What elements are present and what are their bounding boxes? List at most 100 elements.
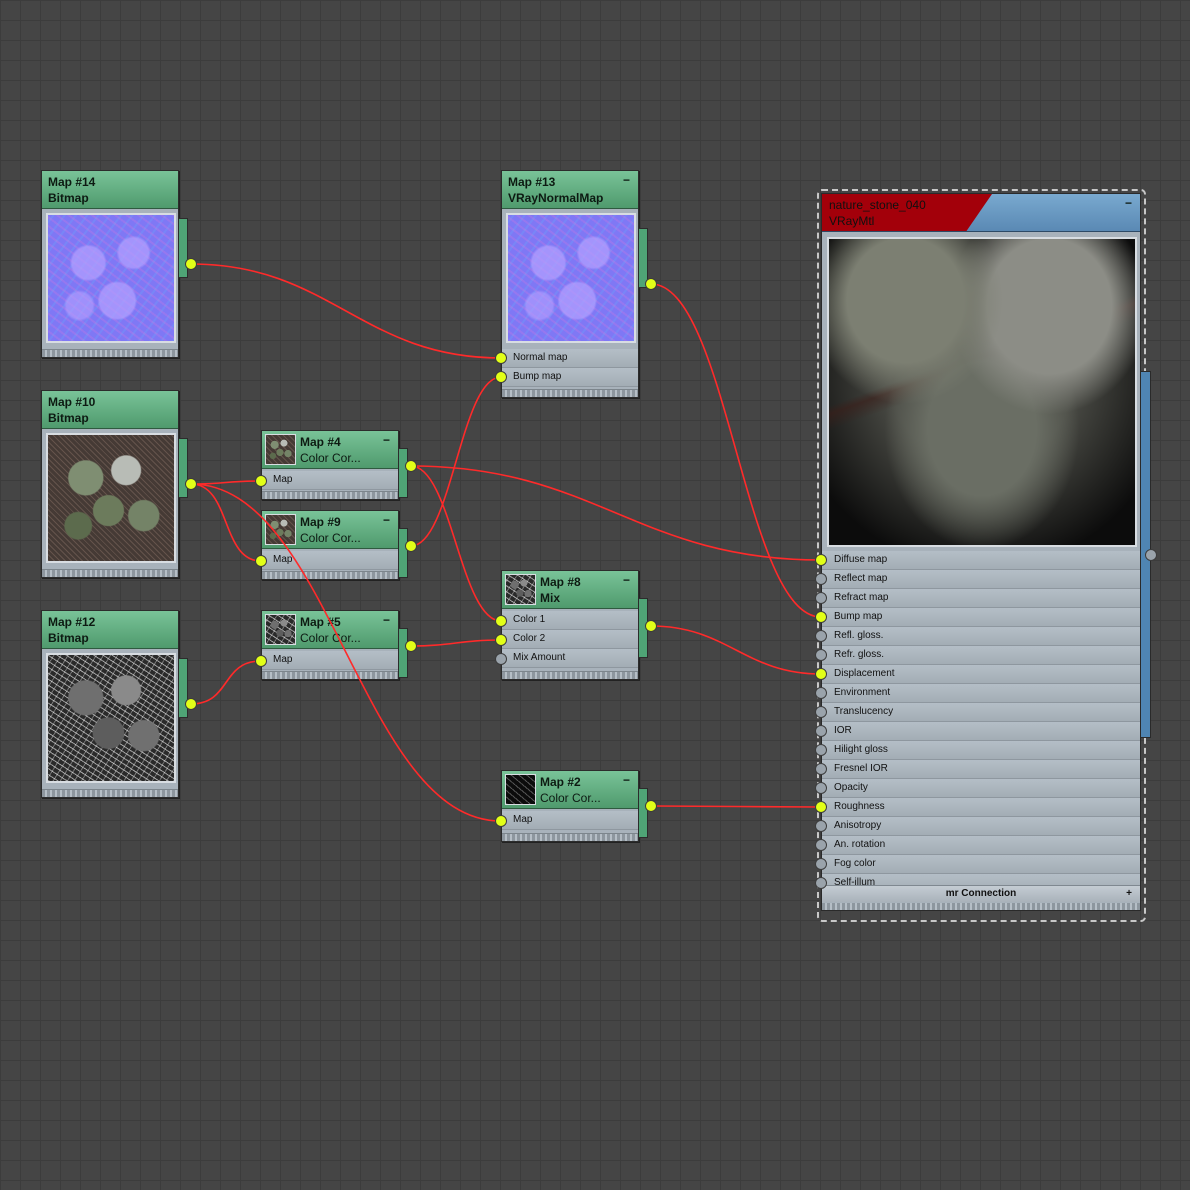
minimize-button[interactable]: − (383, 434, 390, 446)
material-port-an-rotation[interactable] (815, 839, 827, 851)
material-port-bump-map[interactable] (815, 611, 827, 623)
material-slot-reflect-map[interactable]: Reflect map (822, 570, 1140, 589)
map9-output-port[interactable] (405, 540, 417, 552)
node-map9[interactable]: Map #9 Color Cor... − Map (261, 510, 409, 580)
slot-mix-amount[interactable]: Mix Amount (502, 649, 638, 668)
material-port-refract-map[interactable] (815, 592, 827, 604)
material-port-refl-gloss[interactable] (815, 630, 827, 642)
map2-input-port[interactable] (495, 815, 507, 827)
map8-color2-input-port[interactable] (495, 634, 507, 646)
node-map13[interactable]: Map #13 VRayNormalMap − Normal map Bump … (501, 170, 649, 398)
material-node[interactable]: nature_stone_040 VRayMtl − Diffuse map Re… (821, 193, 1141, 911)
material-header[interactable]: nature_stone_040 VRayMtl − (822, 194, 1140, 232)
node-resize-strip[interactable] (42, 569, 178, 577)
map8-mixamount-input-port[interactable] (495, 653, 507, 665)
node-header[interactable]: Map #12 Bitmap (42, 611, 178, 649)
minimize-button[interactable]: − (1125, 197, 1132, 209)
material-output-port[interactable] (1145, 549, 1157, 561)
node-map5[interactable]: Map #5 Color Cor... − Map (261, 610, 409, 680)
plus-icon[interactable]: + (1126, 886, 1132, 901)
slot-color-1[interactable]: Color 1 (502, 611, 638, 630)
material-port-refr-gloss[interactable] (815, 649, 827, 661)
map10-output-port[interactable] (185, 478, 197, 490)
node-map8[interactable]: Map #8 Mix − Color 1 Color 2 Mix Amount (501, 570, 649, 680)
material-slot-opacity[interactable]: Opacity (822, 779, 1140, 798)
material-port-opacity[interactable] (815, 782, 827, 794)
map5-output-port[interactable] (405, 640, 417, 652)
material-slot-refl-gloss[interactable]: Refl. gloss. (822, 627, 1140, 646)
slot-bump-map[interactable]: Bump map (502, 368, 638, 387)
material-port-self-illum[interactable] (815, 877, 827, 889)
node-resize-strip[interactable] (42, 349, 178, 357)
slot-color-2[interactable]: Color 2 (502, 630, 638, 649)
material-port-displacement[interactable] (815, 668, 827, 680)
material-slot-refract-map[interactable]: Refract map (822, 589, 1140, 608)
material-slot-fresnel-ior[interactable]: Fresnel IOR (822, 760, 1140, 779)
minimize-button[interactable]: − (623, 774, 630, 786)
material-slot-hilight-gloss[interactable]: Hilight gloss (822, 741, 1140, 760)
map14-output-port[interactable] (185, 258, 197, 270)
node-map2[interactable]: Map #2 Color Cor... − Map (501, 770, 649, 842)
node-header[interactable]: Map #10 Bitmap (42, 391, 178, 429)
slot-map[interactable]: Map (262, 551, 398, 570)
map2-output-port[interactable] (645, 800, 657, 812)
material-port-environment[interactable] (815, 687, 827, 699)
map13-bump-input-port[interactable] (495, 371, 507, 383)
output-tab[interactable] (399, 628, 408, 678)
material-port-ior[interactable] (815, 725, 827, 737)
node-resize-strip[interactable] (502, 671, 638, 679)
output-tab[interactable] (179, 658, 188, 718)
map13-output-port[interactable] (645, 278, 657, 290)
material-port-diffuse-map[interactable] (815, 554, 827, 566)
output-tab[interactable] (399, 448, 408, 498)
map8-color1-input-port[interactable] (495, 615, 507, 627)
node-resize-strip[interactable] (502, 833, 638, 841)
minimize-button[interactable]: − (383, 614, 390, 626)
node-header[interactable]: Map #5 Color Cor... − (262, 611, 398, 649)
material-slot-bump-map[interactable]: Bump map (822, 608, 1140, 627)
map4-input-port[interactable] (255, 475, 267, 487)
node-resize-strip[interactable] (262, 491, 398, 499)
output-tab[interactable] (179, 218, 188, 278)
material-slot-ior[interactable]: IOR (822, 722, 1140, 741)
node-resize-strip[interactable] (42, 789, 178, 797)
minimize-button[interactable]: − (623, 574, 630, 586)
node-map10[interactable]: Map #10 Bitmap (41, 390, 189, 578)
map9-input-port[interactable] (255, 555, 267, 567)
slot-map[interactable]: Map (502, 811, 638, 830)
map5-input-port[interactable] (255, 655, 267, 667)
slot-map[interactable]: Map (262, 471, 398, 490)
material-port-reflect-map[interactable] (815, 573, 827, 585)
output-tab[interactable] (179, 438, 188, 498)
output-tab[interactable] (399, 528, 408, 578)
node-resize-strip[interactable] (262, 671, 398, 679)
node-map14[interactable]: Map #14 Bitmap (41, 170, 189, 358)
node-header[interactable]: Map #9 Color Cor... − (262, 511, 398, 549)
material-slot-roughness[interactable]: Roughness (822, 798, 1140, 817)
node-map12[interactable]: Map #12 Bitmap (41, 610, 189, 798)
map12-output-port[interactable] (185, 698, 197, 710)
material-slot-anisotropy[interactable]: Anisotropy (822, 817, 1140, 836)
node-map4[interactable]: Map #4 Color Cor... − Map (261, 430, 409, 500)
node-resize-strip[interactable] (502, 389, 638, 397)
material-port-translucency[interactable] (815, 706, 827, 718)
map13-normal-input-port[interactable] (495, 352, 507, 364)
material-slot-fog-color[interactable]: Fog color (822, 855, 1140, 874)
slot-map[interactable]: Map (262, 651, 398, 670)
node-header[interactable]: Map #4 Color Cor... − (262, 431, 398, 469)
material-slot-an-rotation[interactable]: An. rotation (822, 836, 1140, 855)
mr-connection-rollout[interactable]: mr Connection + (822, 885, 1140, 902)
node-header[interactable]: Map #14 Bitmap (42, 171, 178, 209)
map4-output-port[interactable] (405, 460, 417, 472)
material-slot-displacement[interactable]: Displacement (822, 665, 1140, 684)
node-header[interactable]: Map #2 Color Cor... − (502, 771, 638, 809)
material-port-hilight-gloss[interactable] (815, 744, 827, 756)
material-port-fresnel-ior[interactable] (815, 763, 827, 775)
minimize-button[interactable]: − (623, 174, 630, 186)
material-slot-translucency[interactable]: Translucency (822, 703, 1140, 722)
material-port-fog-color[interactable] (815, 858, 827, 870)
output-tab[interactable] (639, 788, 648, 838)
map8-output-port[interactable] (645, 620, 657, 632)
slot-normal-map[interactable]: Normal map (502, 349, 638, 368)
material-slot-refr-gloss[interactable]: Refr. gloss. (822, 646, 1140, 665)
